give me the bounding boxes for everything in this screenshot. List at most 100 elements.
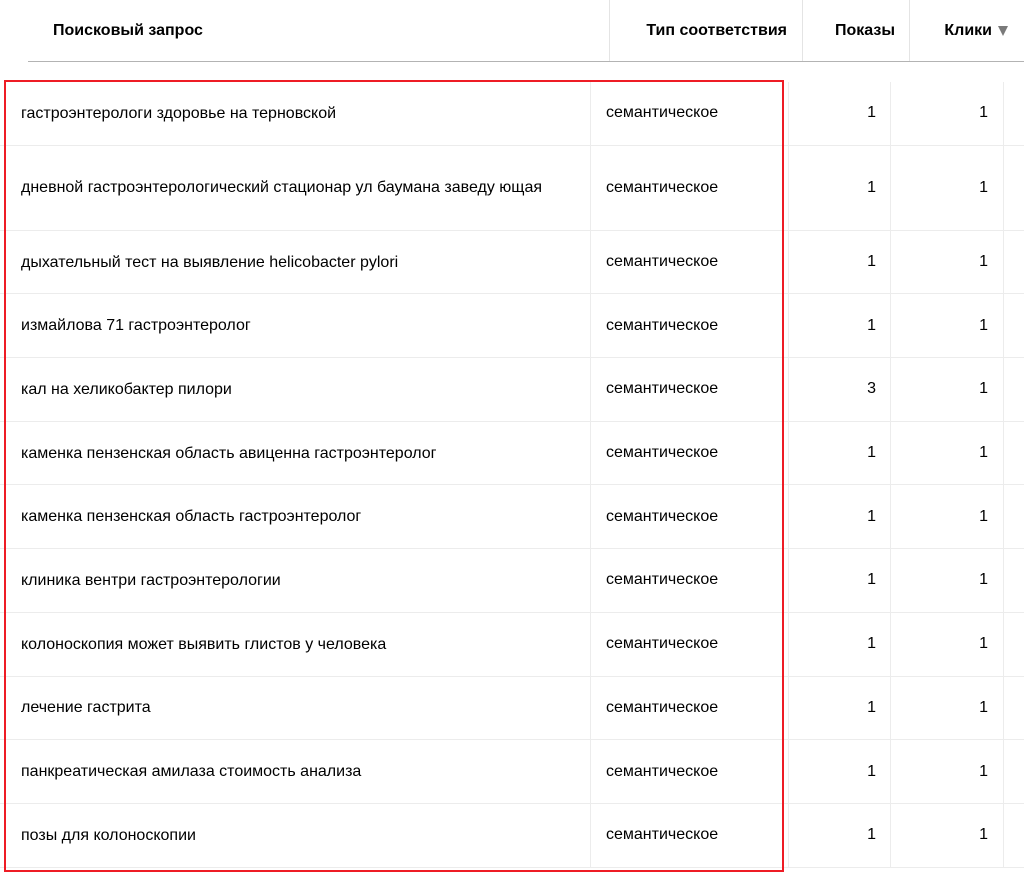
column-header-match-type[interactable]: Тип соответствия (610, 0, 803, 61)
query-cell-text: дыхательный тест на выявление helicobact… (21, 253, 399, 271)
column-header-query[interactable]: Поисковый запрос (28, 0, 610, 61)
match-type-cell-text: семантическое (606, 253, 719, 271)
query-cell: лечение гастрита (21, 677, 589, 740)
impressions-cell-text: 1 (867, 826, 876, 844)
table-row[interactable]: дыхательный тест на выявление helicobact… (0, 230, 1024, 295)
clicks-cell: 1 (890, 485, 1004, 549)
match-type-cell-text: семантическое (606, 762, 719, 780)
clicks-cell: 1 (890, 803, 1004, 867)
table-row[interactable]: лечение гастрита семантическое 1 1 (0, 676, 1024, 741)
table-row[interactable]: каменка пензенская область гастроэнтерол… (0, 485, 1024, 550)
query-cell-text: дневной гастроэнтерологический стационар… (21, 179, 543, 197)
clicks-cell-text: 1 (979, 826, 988, 844)
match-type-cell: семантическое (590, 145, 788, 230)
impressions-cell: 1 (788, 485, 890, 549)
clicks-cell-text: 1 (979, 635, 988, 653)
impressions-cell-text: 1 (867, 444, 876, 462)
clicks-cell-text: 1 (979, 444, 988, 462)
impressions-cell: 1 (788, 803, 890, 867)
match-type-cell-text: семантическое (606, 826, 719, 844)
query-cell-text: клиника вентри гастроэнтерологии (21, 571, 281, 589)
clicks-cell-text: 1 (979, 316, 988, 334)
clicks-cell: 1 (890, 82, 1004, 145)
column-header-clicks-label: Клики (944, 21, 992, 39)
match-type-cell: семантическое (590, 676, 788, 740)
query-cell: кал на хеликобактер пилори (21, 358, 589, 421)
table-row[interactable]: измайлова 71 гастроэнтеролог семантическо… (0, 294, 1024, 359)
impressions-cell-text: 1 (867, 253, 876, 271)
match-type-cell: семантическое (590, 421, 788, 485)
query-cell: гастроэнтерологи здоровье на терновской (21, 82, 589, 145)
table-row[interactable]: колоноскопия может выявить глистов у чел… (0, 612, 1024, 677)
match-type-cell: семантическое (590, 803, 788, 867)
impressions-cell-text: 1 (867, 571, 876, 589)
match-type-cell-text: семантическое (606, 178, 719, 196)
query-cell: клиника вентри гастроэнтерологии (21, 549, 589, 612)
match-type-cell: семантическое (590, 740, 788, 803)
match-type-cell: семантическое (590, 612, 788, 676)
table-row[interactable]: дневной гастроэнтерологический стационар… (0, 145, 1024, 231)
table-body: гастроэнтерологи здоровье на терновской с… (0, 82, 1024, 868)
table-row[interactable]: клиника вентри гастроэнтерологии семантич… (0, 549, 1024, 613)
impressions-cell-text: 3 (867, 380, 876, 398)
query-cell-text: измайлова 71 гастроэнтеролог (21, 317, 251, 335)
query-cell: измайлова 71 гастроэнтеролог (21, 294, 589, 357)
impressions-cell: 1 (788, 294, 890, 358)
query-cell-text: лечение гастрита (21, 699, 151, 717)
query-cell: каменка пензенская область авиценна гаст… (21, 422, 589, 485)
column-header-clicks[interactable]: Клики (910, 0, 1024, 61)
query-cell: позы для колоноскопии (21, 804, 589, 867)
table-row[interactable]: каменка пензенская область авиценна гаст… (0, 421, 1024, 486)
column-header-shows-label: Показы (835, 21, 895, 39)
impressions-cell: 1 (788, 82, 890, 145)
search-queries-report: Поисковый запрос Тип соответствия Показы… (0, 0, 1024, 877)
query-cell: каменка пензенская область гастроэнтерол… (21, 485, 589, 548)
impressions-cell-text: 1 (867, 316, 876, 334)
clicks-cell: 1 (890, 145, 1004, 230)
query-cell-text: каменка пензенская область авиценна гаст… (21, 444, 437, 462)
impressions-cell-text: 1 (867, 507, 876, 525)
match-type-cell-text: семантическое (606, 635, 719, 653)
query-cell-text: каменка пензенская область гастроэнтерол… (21, 508, 362, 526)
match-type-cell: семантическое (590, 549, 788, 612)
table-row[interactable]: кал на хеликобактер пилори семантическое 3… (0, 358, 1024, 422)
clicks-cell: 1 (890, 230, 1004, 294)
clicks-cell-text: 1 (979, 253, 988, 271)
table-header: Поисковый запрос Тип соответствия Показы… (28, 0, 1024, 62)
sort-desc-icon[interactable] (998, 25, 1008, 36)
query-cell: панкреатическая амилаза стоимость анализ… (21, 740, 589, 803)
impressions-cell-text: 1 (867, 698, 876, 716)
match-type-cell: семантическое (590, 82, 788, 145)
query-cell-text: позы для колоноскопии (21, 826, 196, 844)
match-type-cell-text: семантическое (606, 698, 719, 716)
match-type-cell: семантическое (590, 485, 788, 549)
query-cell: дыхательный тест на выявление helicobact… (21, 231, 589, 294)
impressions-cell: 1 (788, 549, 890, 612)
clicks-cell-text: 1 (979, 762, 988, 780)
query-cell-text: колоноскопия может выявить глистов у чел… (21, 635, 387, 653)
query-cell: дневной гастроэнтерологический стационар… (21, 146, 589, 230)
match-type-cell: семантическое (590, 230, 788, 294)
column-header-impressions[interactable]: Показы (803, 0, 910, 61)
impressions-cell: 1 (788, 740, 890, 803)
query-cell-text: панкреатическая амилаза стоимость анализ… (21, 763, 362, 781)
clicks-cell: 1 (890, 740, 1004, 803)
impressions-cell: 1 (788, 676, 890, 740)
query-cell-text: кал на хеликобактер пилори (21, 380, 232, 398)
table-row[interactable]: панкреатическая амилаза стоимость анализ… (0, 740, 1024, 804)
impressions-cell-text: 1 (867, 178, 876, 196)
clicks-cell-text: 1 (979, 698, 988, 716)
table-row[interactable]: позы для колоноскопии семантическое 1 1 (0, 803, 1024, 868)
impressions-cell-text: 1 (867, 762, 876, 780)
clicks-cell: 1 (890, 612, 1004, 676)
table-row[interactable]: гастроэнтерологи здоровье на терновской с… (0, 82, 1024, 146)
clicks-cell-text: 1 (979, 104, 988, 122)
clicks-cell-text: 1 (979, 178, 988, 196)
match-type-cell-text: семантическое (606, 444, 719, 462)
match-type-cell-text: семантическое (606, 104, 719, 122)
clicks-cell: 1 (890, 549, 1004, 612)
clicks-cell-text: 1 (979, 507, 988, 525)
match-type-cell-text: семантическое (606, 507, 719, 525)
impressions-cell-text: 1 (867, 104, 876, 122)
clicks-cell-text: 1 (979, 571, 988, 589)
